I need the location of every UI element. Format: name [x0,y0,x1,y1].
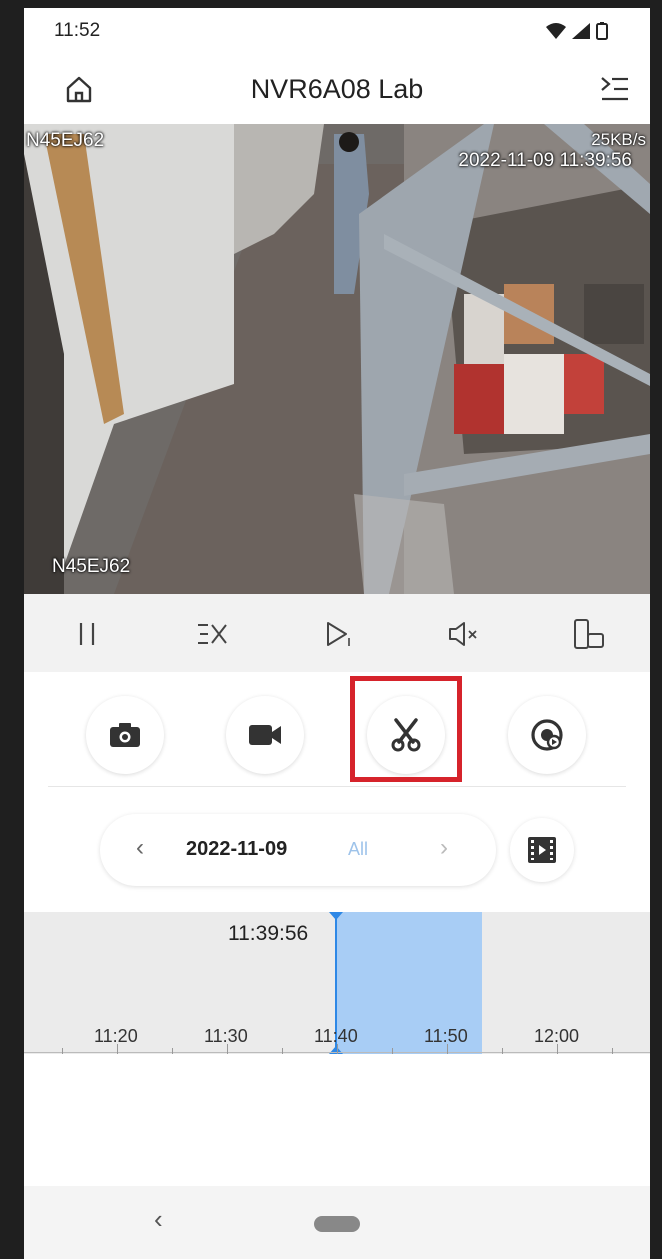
mute-icon [449,622,477,646]
time-tick [557,1044,558,1054]
next-date-button[interactable]: › [440,834,448,862]
bitrate-label: 25KB/s [591,130,646,149]
time-tick [117,1044,118,1054]
frame-step-icon [327,622,350,646]
camera-icon [110,723,140,747]
rotate-screen-button[interactable] [569,614,609,654]
time-tick [282,1048,283,1054]
wifi-icon [546,23,566,39]
video-record-icon [249,725,281,745]
film-icon [528,837,556,863]
status-bar: 11:52 [24,8,650,54]
snapshot-button[interactable] [86,696,164,774]
timeline[interactable]: 11:39:56 11:20 11:30 11:40 11:50 12:00 [24,912,650,1054]
playback-mode-button[interactable] [508,696,586,774]
time-tick [172,1048,173,1054]
channel-label-top: N45EJ62 [26,130,105,151]
divider [48,786,626,787]
playhead-time: 11:39:56 [228,922,309,945]
video-player[interactable]: N45EJ62 25KB/s 2022-11-09 11:39:56 N45EJ… [24,124,650,594]
selected-date[interactable]: 2022-11-09 [186,838,287,861]
prev-date-button[interactable]: ‹ [136,834,144,862]
camera-feed-image [24,124,650,594]
playback-controls [24,594,650,672]
record-type-filter[interactable]: All [348,839,368,860]
speed-icon [198,624,227,644]
system-nav-bar: ‹ [24,1186,650,1259]
rotate-screen-icon [574,619,604,649]
frame-step-button[interactable] [319,614,359,654]
status-time: 11:52 [54,20,101,41]
time-tick [337,1044,338,1054]
nav-home-pill[interactable] [314,1216,360,1232]
time-tick [447,1044,448,1054]
playback-icon [531,719,563,751]
list-menu-icon [601,77,628,101]
time-label: 11:20 [94,1026,138,1046]
time-label: 11:50 [424,1026,468,1046]
battery-icon [596,22,608,40]
video-timestamp: 2022-11-09 11:39:56 [458,150,632,171]
time-tick [227,1044,228,1054]
date-selector: ‹ 2022-11-09 All › [100,814,496,886]
nav-back-button[interactable]: ‹ [154,1204,163,1235]
record-button[interactable] [226,696,304,774]
channel-menu-button[interactable] [600,76,630,107]
clip-button-highlight [350,676,462,782]
time-tick [62,1048,63,1054]
status-icons [546,22,608,40]
time-label: 11:40 [314,1026,358,1046]
time-tick [392,1048,393,1054]
recording-list-button[interactable] [510,818,574,882]
speed-button[interactable] [192,614,232,654]
channel-label-bottom: N45EJ62 [52,556,131,577]
page-title: NVR6A08 Lab [250,74,424,104]
time-tick [612,1048,613,1054]
time-label: 11:30 [204,1026,248,1046]
phone-screen: 11:52 NVR6A08 Lab N45EJ62 25KB/s 2022-11… [24,8,650,1259]
action-bar [24,672,650,788]
pause-icon [79,623,95,645]
time-tick [502,1048,503,1054]
app-bar: NVR6A08 Lab [24,54,650,124]
mute-button[interactable] [444,614,484,654]
signal-icon [572,23,590,39]
pause-button[interactable] [67,614,107,654]
